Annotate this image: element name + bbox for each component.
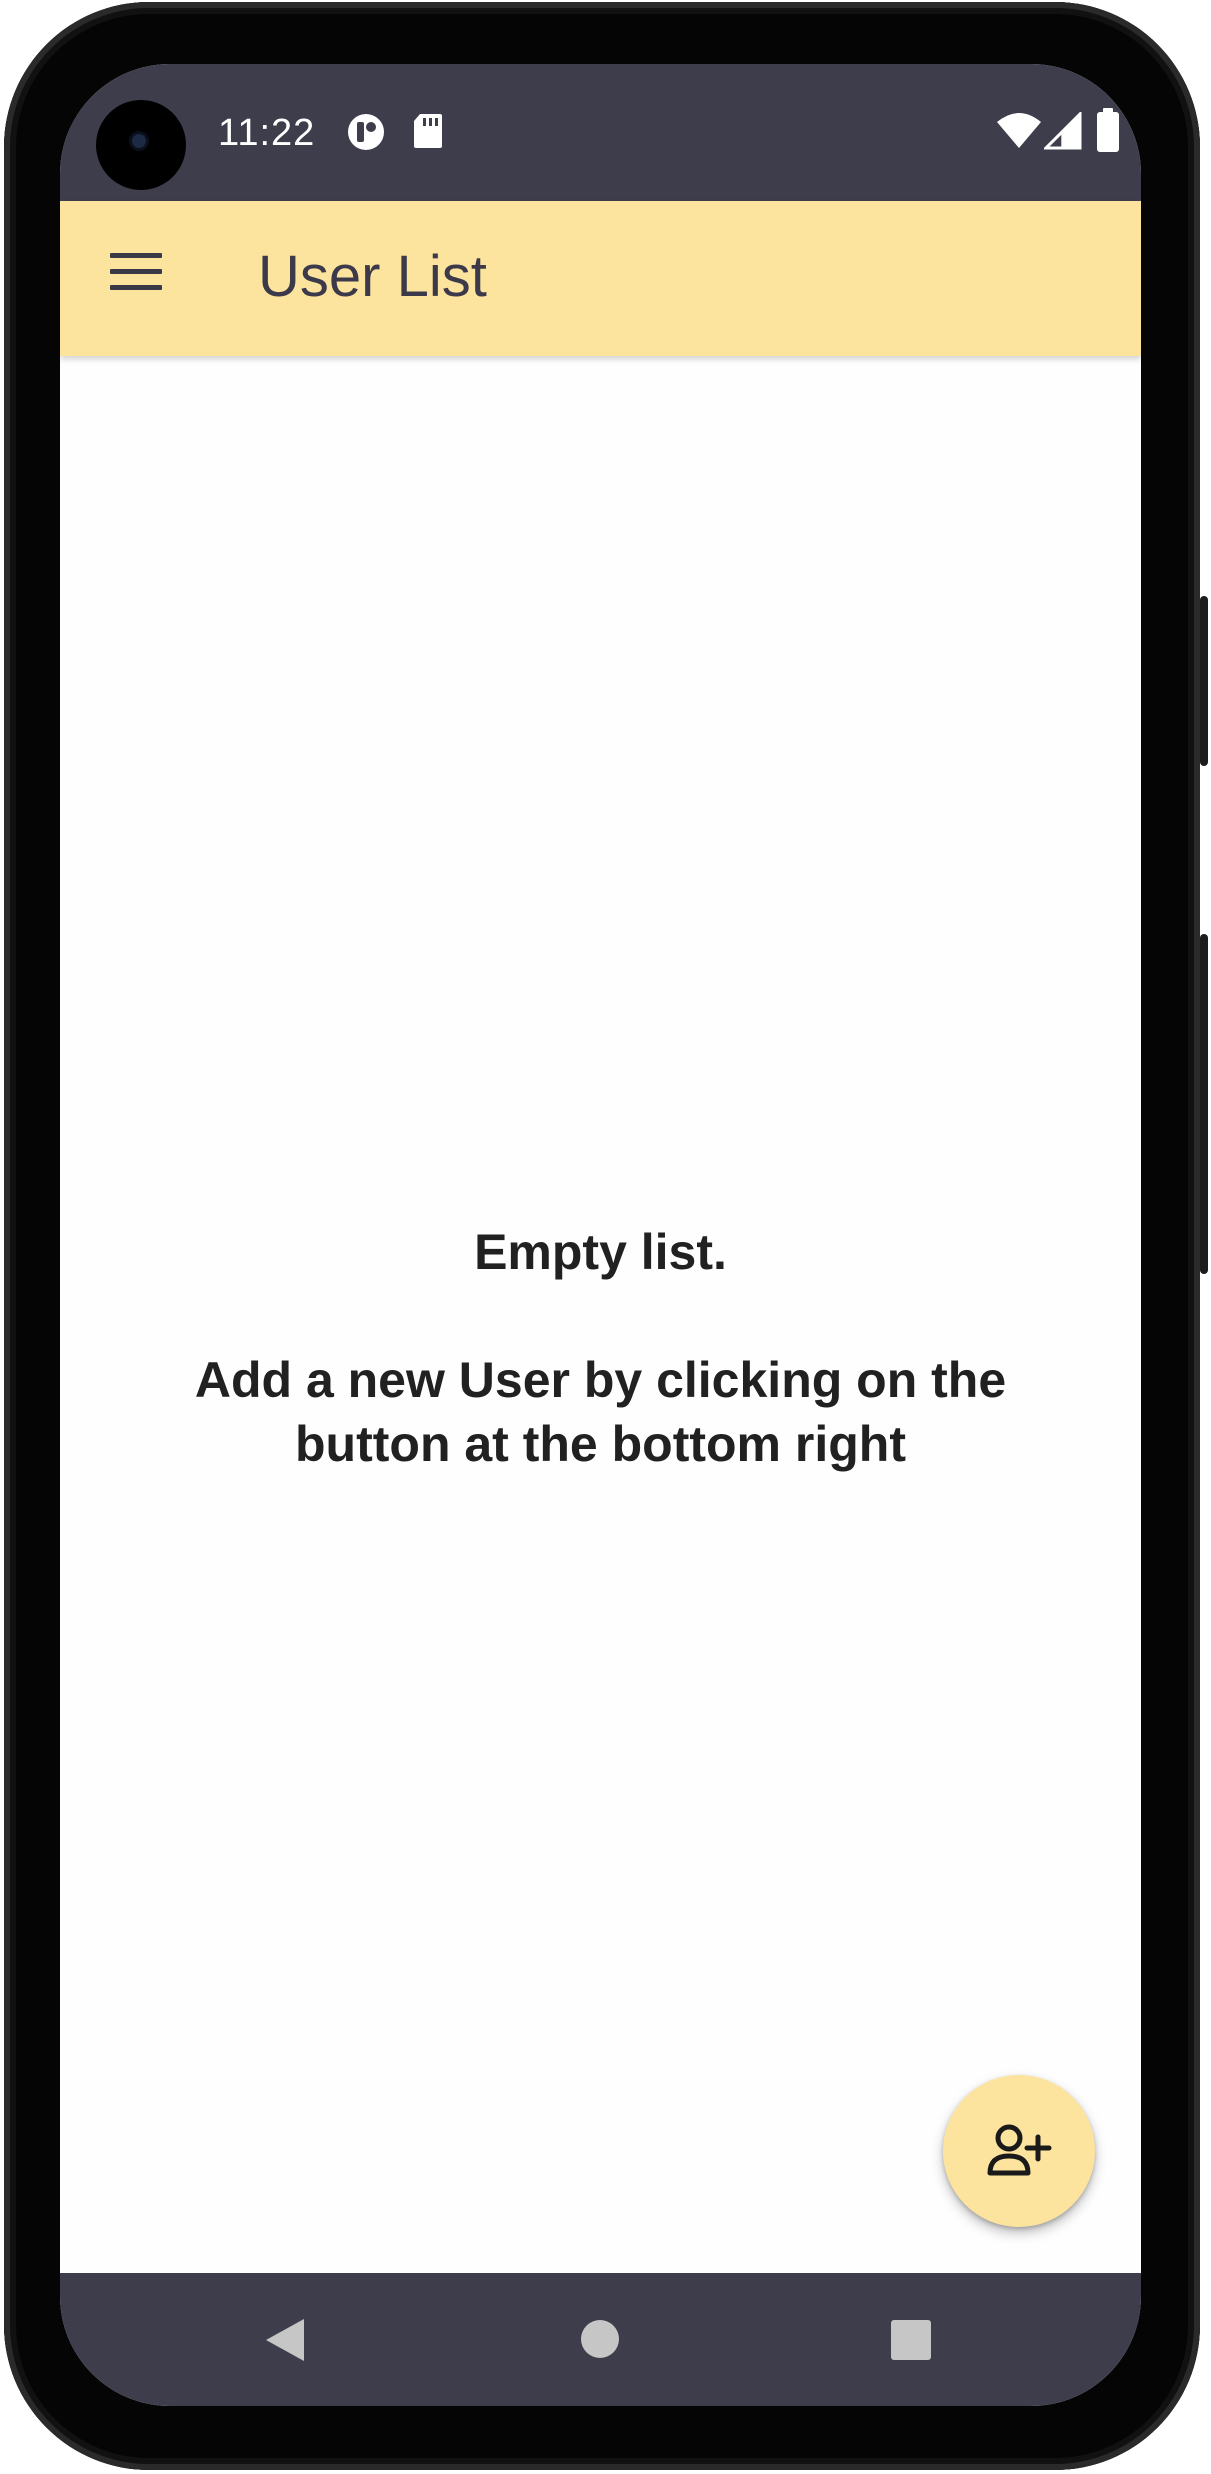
page-title: User List xyxy=(258,244,487,309)
system-navigation-bar xyxy=(60,2273,1141,2406)
power-button xyxy=(1200,596,1208,766)
wifi-icon xyxy=(997,113,1041,148)
empty-list-hint: Add a new User by clicking on the button… xyxy=(60,1348,1141,1476)
signal-icon xyxy=(1044,112,1082,150)
back-icon[interactable] xyxy=(264,2317,306,2363)
home-icon[interactable] xyxy=(580,2319,620,2359)
hamburger-menu-icon[interactable] xyxy=(110,253,162,293)
camera-cutout xyxy=(96,100,186,190)
status-time: 11:22 xyxy=(218,112,316,154)
volume-button xyxy=(1200,934,1208,1274)
app-toolbar: User List xyxy=(60,201,1141,356)
battery-icon xyxy=(1097,108,1119,152)
add-user-button[interactable] xyxy=(943,2075,1095,2227)
status-bar: 11:22 xyxy=(60,64,1141,201)
app-notification-icon xyxy=(348,114,384,150)
empty-list-hint-text: Add a new User by clicking on the button… xyxy=(194,1352,1007,1472)
screen: 11:22 User List Empty list. Add a new Us… xyxy=(60,64,1141,2406)
add-user-icon xyxy=(987,2124,1052,2176)
sd-card-icon xyxy=(414,114,442,148)
recents-icon[interactable] xyxy=(890,2319,932,2361)
empty-list-title: Empty list. xyxy=(474,1224,727,1280)
